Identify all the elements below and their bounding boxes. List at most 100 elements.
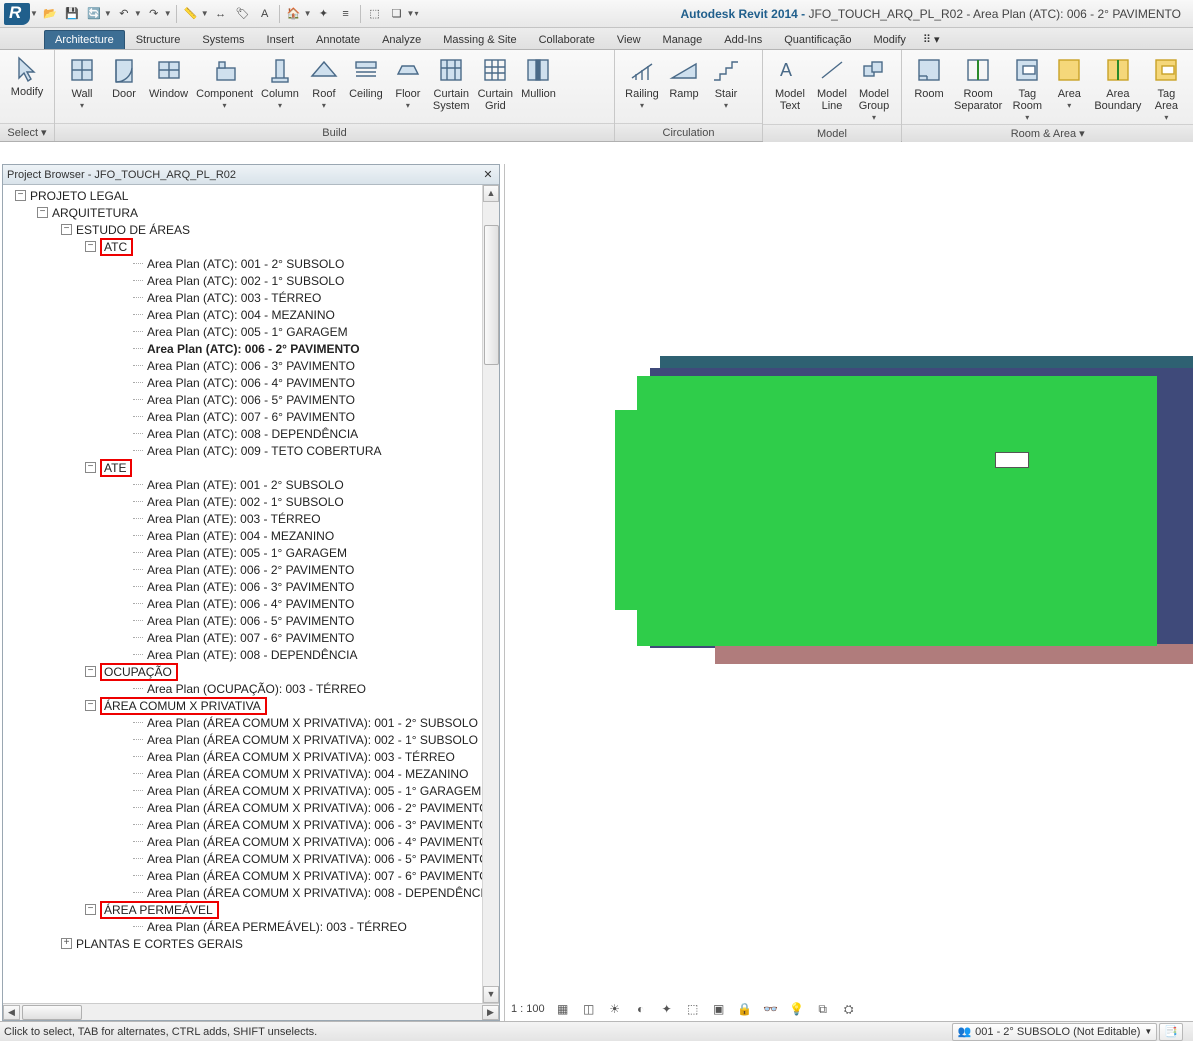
tree-row[interactable]: +PLANTAS E CORTES GERAIS [9,935,499,952]
tree-row[interactable]: Area Plan (ÁREA COMUM X PRIVATIVA): 006 … [9,850,499,867]
tree-row[interactable]: Area Plan (ATE): 001 - 2° SUBSOLO [9,476,499,493]
qat-default-3d[interactable]: 🏠 [284,4,304,24]
floor-button[interactable]: Floor▾ [387,52,429,112]
qat-close-hidden[interactable]: ⬚ [365,4,385,24]
tree-row[interactable]: Area Plan (ATC): 006 - 3° PAVIMENTO [9,357,499,374]
scroll-up-icon[interactable]: ▲ [483,185,499,202]
tree-row[interactable]: −ATC [9,238,499,255]
analytical-icon[interactable]: ⛭ [841,1001,857,1017]
tab-collaborate[interactable]: Collaborate [528,30,606,49]
worksharing-display-icon[interactable]: ⧉ [815,1001,831,1017]
qat-switch-windows[interactable]: ❏ [387,4,407,24]
crop-region-icon[interactable]: ▣ [711,1001,727,1017]
tree-row[interactable]: Area Plan (ATC): 006 - 5° PAVIMENTO [9,391,499,408]
roof-button[interactable]: Roof▾ [303,52,345,112]
curtain-grid-button[interactable]: CurtainGrid [474,52,517,112]
tag-area-button[interactable]: TagArea▾ [1145,52,1187,124]
qat-tag[interactable]: 🏷 [233,4,253,24]
project-browser-tree[interactable]: −PROJETO LEGAL−ARQUITETURA−ESTUDO DE ÁRE… [3,185,499,954]
tree-row[interactable]: Area Plan (ATC): 001 - 2° SUBSOLO [9,255,499,272]
tree-row[interactable]: Area Plan (ATE): 006 - 2° PAVIMENTO [9,561,499,578]
mullion-button[interactable]: Mullion [517,52,560,112]
tree-row[interactable]: Area Plan (ATE): 003 - TÉRREO [9,510,499,527]
modify-button[interactable]: Modify [6,52,48,110]
tab-manage[interactable]: Manage [652,30,714,49]
tree-row[interactable]: −ARQUITETURA [9,204,499,221]
qat-thin-lines[interactable]: ≡ [336,4,356,24]
tree-row[interactable]: Area Plan (ATC): 007 - 6° PAVIMENTO [9,408,499,425]
tab-structure[interactable]: Structure [125,30,192,49]
rendering-icon[interactable]: ✦ [659,1001,675,1017]
scroll-thumb[interactable] [484,225,499,365]
ramp-button[interactable]: Ramp [663,52,705,112]
tree-row[interactable]: −OCUPAÇÃO [9,663,499,680]
qat-redo[interactable]: ↷ [144,4,164,24]
tab-massing-site[interactable]: Massing & Site [432,30,527,49]
model-text-button[interactable]: AModelText [769,52,811,112]
qat-save[interactable]: 💾 [62,4,82,24]
tree-row[interactable]: Area Plan (ATE): 002 - 1° SUBSOLO [9,493,499,510]
ceiling-button[interactable]: Ceiling [345,52,387,112]
tree-row[interactable]: Area Plan (ATE): 004 - MEZANINO [9,527,499,544]
component-button[interactable]: Component▾ [192,52,257,112]
shadows-icon[interactable]: ◐ [633,1001,649,1017]
column-button[interactable]: Column▾ [257,52,303,112]
window-button[interactable]: Window [145,52,192,112]
visual-style-icon[interactable]: ◫ [581,1001,597,1017]
tree-row[interactable]: Area Plan (ATE): 006 - 5° PAVIMENTO [9,612,499,629]
tree-row[interactable]: Area Plan (ATE): 006 - 4° PAVIMENTO [9,595,499,612]
lock-icon[interactable]: 🔒 [737,1001,753,1017]
qat-customize-icon[interactable]: ▾ [414,9,418,18]
app-menu-button[interactable] [4,3,30,25]
tree-row[interactable]: Area Plan (ÁREA PERMEÁVEL): 003 - TÉRREO [9,918,499,935]
qat-open[interactable]: 📂 [40,4,60,24]
scroll-right-icon[interactable]: ▶ [482,1005,499,1020]
qat-aligned-dim[interactable]: ↔ [211,4,231,24]
tab-add-ins[interactable]: Add-Ins [713,30,773,49]
qat-section[interactable]: ✦ [314,4,334,24]
door-button[interactable]: Door [103,52,145,112]
tree-row[interactable]: Area Plan (ATE): 007 - 6° PAVIMENTO [9,629,499,646]
tab-view[interactable]: View [606,30,652,49]
model-group-button[interactable]: ModelGroup▾ [853,52,895,124]
tab-analyze[interactable]: Analyze [371,30,432,49]
tree-row[interactable]: Area Plan (ÁREA COMUM X PRIVATIVA): 006 … [9,833,499,850]
tree-row[interactable]: Area Plan (ATE): 008 - DEPENDÊNCIA [9,646,499,663]
tree-row[interactable]: Area Plan (ATC): 002 - 1° SUBSOLO [9,272,499,289]
tree-row[interactable]: Area Plan (ATC): 006 - 2° PAVIMENTO [9,340,499,357]
tree-row[interactable]: −PROJETO LEGAL [9,187,499,204]
tree-row[interactable]: Area Plan (ÁREA COMUM X PRIVATIVA): 006 … [9,816,499,833]
area-button[interactable]: Area▾ [1048,52,1090,112]
tree-row[interactable]: Area Plan (ÁREA COMUM X PRIVATIVA): 005 … [9,782,499,799]
tree-row[interactable]: Area Plan (ATE): 006 - 3° PAVIMENTO [9,578,499,595]
tree-row[interactable]: −ATE [9,459,499,476]
panel-title-room-area[interactable]: Room & Area ▾ [902,124,1193,142]
tree-row[interactable]: Area Plan (ATC): 009 - TETO COBERTURA [9,442,499,459]
tree-row[interactable]: Area Plan (ÁREA COMUM X PRIVATIVA): 002 … [9,731,499,748]
tree-row[interactable]: −ÁREA COMUM X PRIVATIVA [9,697,499,714]
tree-row[interactable]: Area Plan (ATC): 008 - DEPENDÊNCIA [9,425,499,442]
tag-room-button[interactable]: TagRoom▾ [1006,52,1048,124]
area-boundary-button[interactable]: AreaBoundary [1090,52,1145,112]
tab-modify[interactable]: Modify [862,30,916,49]
tree-row[interactable]: Area Plan (ATE): 005 - 1° GARAGEM [9,544,499,561]
tab-insert[interactable]: Insert [256,30,306,49]
horizontal-scrollbar[interactable]: ◀ ▶ [3,1003,499,1020]
tree-row[interactable]: Area Plan (ÁREA COMUM X PRIVATIVA): 008 … [9,884,499,901]
area-tag[interactable] [995,452,1029,468]
editable-only-toggle[interactable]: 📑 [1159,1023,1183,1041]
scroll-down-icon[interactable]: ▼ [483,986,499,1003]
qat-measure[interactable]: 📏 [181,4,201,24]
tab-architecture[interactable]: Architecture [44,30,125,49]
tree-row[interactable]: Area Plan (ATC): 003 - TÉRREO [9,289,499,306]
view-scale[interactable]: 1 : 100 [511,1003,545,1015]
drawing-canvas[interactable]: 1 : 100 ▦ ◫ ☀ ◐ ✦ ⬚ ▣ 🔒 👓 💡 ⧉ ⛭ [504,164,1193,1021]
tree-row[interactable]: −ESTUDO DE ÁREAS [9,221,499,238]
tree-row[interactable]: Area Plan (ATC): 004 - MEZANINO [9,306,499,323]
project-browser-header[interactable]: Project Browser - JFO_TOUCH_ARQ_PL_R02 ✕ [3,165,499,185]
model-line-button[interactable]: ModelLine [811,52,853,112]
hscroll-thumb[interactable] [22,1005,82,1020]
room-separator-button[interactable]: RoomSeparator [950,52,1006,112]
tab-quantifica-o[interactable]: Quantificação [773,30,862,49]
crop-view-icon[interactable]: ⬚ [685,1001,701,1017]
